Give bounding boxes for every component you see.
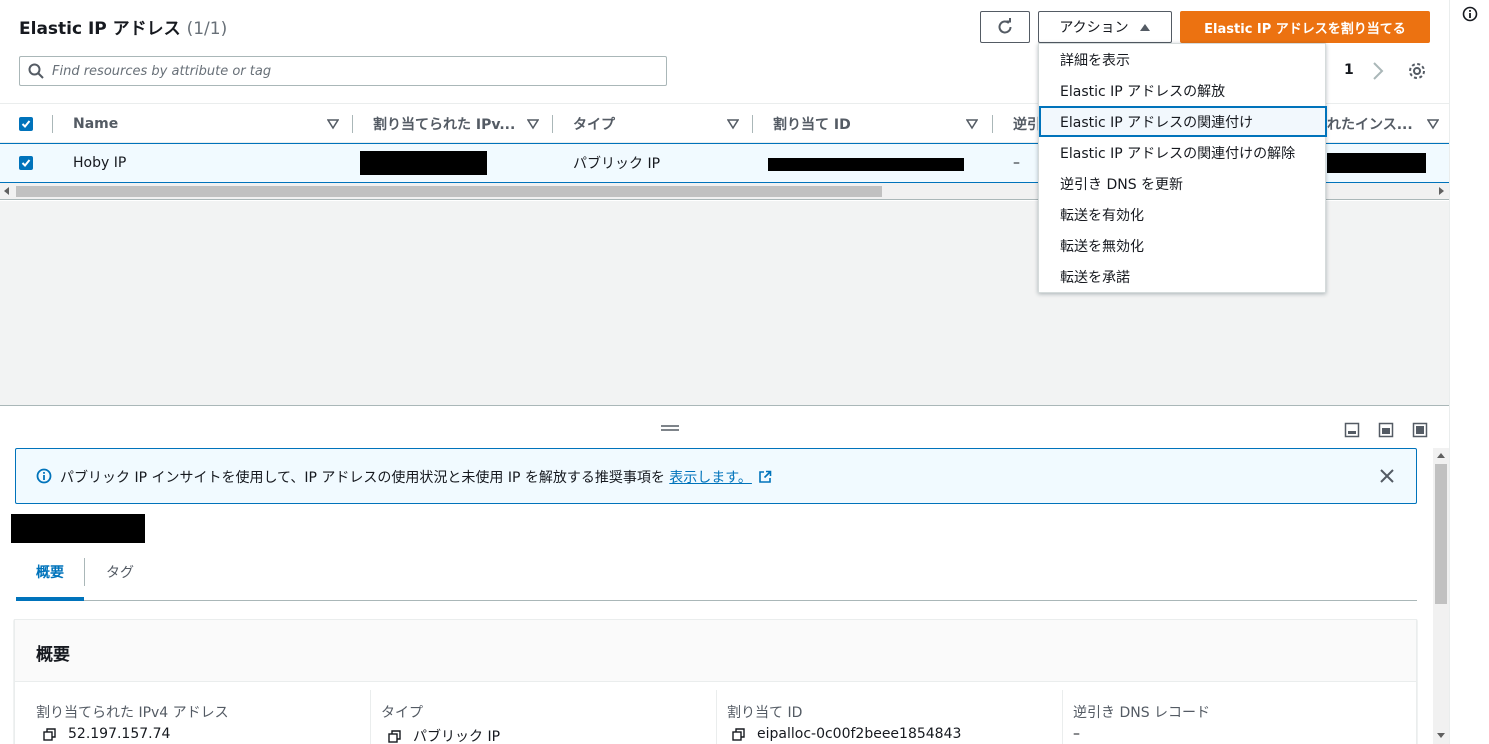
column-divider — [1062, 690, 1063, 744]
field-label-ipv4: 割り当てられた IPv4 アドレス — [36, 705, 229, 721]
banner-link[interactable]: 表示します。 — [669, 470, 752, 486]
column-header-name[interactable]: Name — [73, 104, 118, 144]
search-box[interactable] — [19, 56, 667, 86]
info-banner: パブリック IP インサイトを使用して、IP アドレスの使用状況と未使用 IP … — [15, 448, 1417, 504]
sort-icon[interactable] — [327, 118, 339, 130]
scroll-up-icon[interactable] — [1437, 452, 1445, 460]
column-header-allocation-id[interactable]: 割り当て ID — [773, 104, 851, 144]
summary-card: 概要 割り当てられた IPv4 アドレス 52.197.157.74 タイプ パ… — [14, 619, 1417, 744]
column-header-reverse-dns[interactable]: 逆引 — [1013, 104, 1041, 144]
allocate-eip-button[interactable]: Elastic IP アドレスを割り当てる — [1180, 11, 1430, 43]
chevron-right-icon[interactable] — [1369, 60, 1387, 82]
redacted-allocation-id — [768, 158, 964, 171]
panel-resize-handle[interactable] — [660, 424, 680, 432]
caret-up-icon — [1139, 24, 1150, 31]
panel-full-icon[interactable] — [1412, 422, 1428, 438]
copy-icon[interactable] — [732, 727, 745, 741]
field-label-type: タイプ — [381, 705, 423, 721]
scrollbar-thumb[interactable] — [16, 186, 882, 197]
sort-icon[interactable] — [966, 118, 978, 130]
field-value-ipv4: 52.197.157.74 — [43, 726, 170, 742]
redacted-resource-title — [11, 514, 145, 543]
menu-item-disable-transfer[interactable]: 転送を無効化 — [1039, 230, 1327, 261]
search-icon — [28, 63, 44, 79]
external-link-icon[interactable] — [758, 470, 772, 484]
sort-icon[interactable] — [727, 118, 739, 130]
info-icon — [36, 468, 52, 484]
refresh-icon — [998, 18, 1012, 34]
search-input[interactable] — [52, 63, 652, 79]
panel-half-icon[interactable] — [1378, 422, 1394, 438]
banner-message: パブリック IP インサイトを使用して、IP アドレスの使用状況と未使用 IP … — [60, 467, 772, 487]
field-value-type: パブリック IP — [388, 726, 500, 744]
scroll-down-icon[interactable] — [1437, 731, 1445, 739]
column-header-ipv4[interactable]: 割り当てられた IPv... — [373, 104, 515, 144]
column-divider[interactable] — [992, 115, 993, 133]
column-header-instance[interactable]: れたインス... — [1327, 104, 1413, 144]
column-header-type[interactable]: タイプ — [573, 104, 615, 144]
gear-icon[interactable] — [1407, 61, 1427, 81]
card-header: 概要 — [15, 620, 1416, 682]
field-value-reverse-dns: – — [1073, 726, 1080, 742]
copy-icon[interactable] — [388, 729, 401, 743]
cell-name: Hoby IP — [73, 155, 127, 171]
actions-button-label: アクション — [1059, 20, 1129, 36]
copy-icon[interactable] — [43, 727, 56, 741]
menu-item-accept-transfer[interactable]: 転送を承諾 — [1039, 261, 1327, 292]
refresh-button[interactable] — [980, 11, 1030, 43]
field-label-reverse-dns: 逆引き DNS レコード — [1073, 705, 1211, 721]
sort-icon[interactable] — [527, 118, 539, 130]
field-value-allocation-id: eipalloc-0c00f2beee1854843 — [732, 726, 961, 742]
actions-button[interactable]: アクション — [1038, 11, 1172, 43]
cell-reverse-dns: – — [1013, 155, 1020, 171]
check-icon — [21, 159, 31, 167]
column-divider — [716, 690, 717, 744]
actions-dropdown: 詳細を表示 Elastic IP アドレスの解放 Elastic IP アドレス… — [1038, 43, 1327, 293]
panel-bottom-icon[interactable] — [1344, 422, 1360, 438]
tab-separator — [84, 558, 85, 586]
select-all-checkbox[interactable] — [19, 117, 33, 131]
tab-overview[interactable]: 概要 — [36, 562, 64, 582]
scrollbar-thumb[interactable] — [1435, 464, 1447, 604]
redacted-ip — [360, 151, 487, 175]
info-icon[interactable] — [1462, 6, 1478, 22]
page-number[interactable]: 1 — [1344, 62, 1354, 78]
vertical-scrollbar[interactable] — [1433, 448, 1449, 744]
help-rail — [1449, 0, 1489, 744]
row-checkbox[interactable] — [19, 156, 33, 170]
menu-item-disassociate[interactable]: Elastic IP アドレスの関連付けの解除 — [1039, 137, 1327, 168]
scroll-left-icon[interactable] — [3, 187, 11, 195]
redacted-instance — [1327, 153, 1426, 173]
tab-tags[interactable]: タグ — [106, 562, 134, 582]
tabs-divider — [16, 600, 1417, 601]
close-icon[interactable] — [1380, 469, 1394, 483]
active-tab-indicator — [16, 597, 84, 601]
scroll-right-icon[interactable] — [1437, 187, 1445, 195]
menu-item-enable-transfer[interactable]: 転送を有効化 — [1039, 199, 1327, 230]
field-label-allocation-id: 割り当て ID — [727, 705, 803, 721]
page-title: Elastic IP アドレス (1/1) — [19, 19, 228, 39]
column-divider[interactable] — [752, 115, 753, 133]
main-content: Elastic IP アドレス (1/1) アクション Elastic IP ア… — [0, 0, 1449, 744]
column-divider — [370, 690, 371, 744]
cell-type: パブリック IP — [573, 156, 661, 172]
sort-icon[interactable] — [1427, 118, 1439, 130]
card-title: 概要 — [36, 645, 70, 665]
check-icon — [21, 120, 31, 128]
menu-item-update-reverse-dns[interactable]: 逆引き DNS を更新 — [1039, 168, 1327, 199]
column-divider[interactable] — [352, 115, 353, 133]
menu-item-view-details[interactable]: 詳細を表示 — [1039, 44, 1327, 75]
column-divider[interactable] — [552, 115, 553, 133]
column-divider — [52, 115, 53, 133]
menu-item-release[interactable]: Elastic IP アドレスの解放 — [1039, 75, 1327, 106]
menu-item-associate[interactable]: Elastic IP アドレスの関連付け — [1039, 106, 1327, 137]
